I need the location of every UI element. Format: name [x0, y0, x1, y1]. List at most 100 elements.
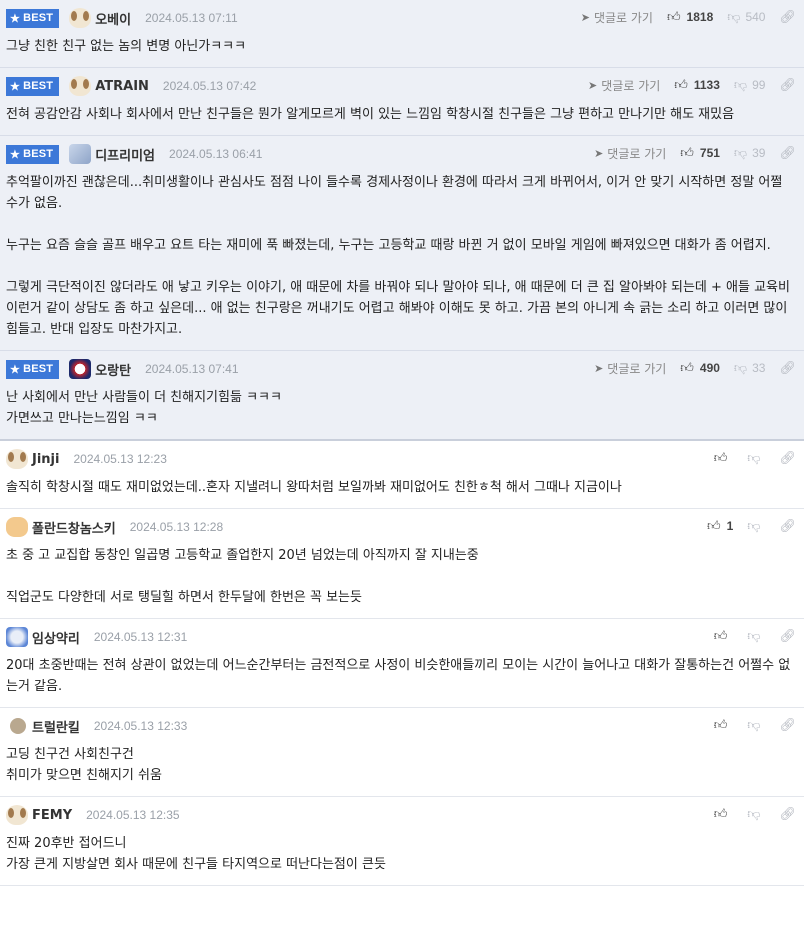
cube-avatar[interactable]: [69, 144, 92, 164]
copy-link-button[interactable]: 🔗︎: [779, 807, 796, 822]
comment-author-info: 폴란드창놈스키 2024.05.13 12:28: [6, 517, 223, 537]
best-label: BEST: [23, 12, 54, 24]
comment-text: 20대 초중반때는 전혀 상관이 없었는데 어느순간부터는 금전적으로 사정이 …: [6, 658, 791, 694]
downvote-button[interactable]: 👎︎ 39: [734, 146, 766, 161]
comment-actions: ➤ 댓글로 가기 👍︎ 751 👎︎ 39 🔗︎: [594, 142, 796, 164]
mask-avatar[interactable]: [69, 359, 92, 379]
copy-link-button[interactable]: 🔗︎: [779, 146, 796, 161]
comment-actions: ➤ 댓글로 가기 👍︎ 490 👎︎ 33 🔗︎: [594, 357, 796, 379]
puppy-avatar[interactable]: [6, 449, 28, 469]
comment-text: 가면쓰고 만나는느낌임 ㅋㅋ: [6, 411, 158, 426]
comment-author-info: ★ BEST ATRAIN 2024.05.13 07:42: [6, 76, 256, 96]
star-icon: ★: [10, 148, 21, 161]
copy-link-button[interactable]: 🔗︎: [779, 718, 796, 733]
best-comment: ★ BEST 디프리미엄 2024.05.13 06:41 ➤ 댓글로 가기 👍︎ 751 👎︎…: [0, 136, 804, 351]
thumbs-up-icon: 👍︎: [680, 145, 694, 161]
paper-plane-icon: ➤: [594, 361, 604, 375]
link-icon: 🔗︎: [779, 806, 796, 822]
go-to-reply-link[interactable]: ➤ 댓글로 가기: [594, 145, 666, 162]
author-nickname[interactable]: 트럴란킬: [32, 717, 80, 736]
upvote-button[interactable]: 👍︎: [714, 718, 734, 733]
upvote-count: 1133: [693, 78, 720, 92]
copy-link-button[interactable]: 🔗︎: [779, 361, 796, 376]
comment-header: 임상약리 2024.05.13 12:31 👍︎ 👎︎ 🔗︎: [0, 619, 804, 653]
author-nickname[interactable]: 임상약리: [32, 628, 80, 647]
link-icon: 🔗︎: [779, 518, 796, 534]
comment-body: 난 사회에서 만난 사람들이 더 친해지기힘듦 ㅋㅋㅋ 가면쓰고 만나는느낌임 ㅋ…: [0, 385, 804, 439]
upvote-button[interactable]: 👍︎: [714, 807, 734, 822]
author-nickname[interactable]: 폴란드창놈스키: [32, 518, 116, 537]
paper-plane-icon: ➤: [588, 78, 598, 92]
paper-plane-icon: ➤: [580, 10, 590, 24]
thumbs-up-icon: 👍︎: [674, 77, 688, 93]
downvote-button[interactable]: 👎︎ 33: [734, 361, 766, 376]
go-to-reply-link[interactable]: ➤ 댓글로 가기: [594, 360, 666, 377]
comment-actions: ➤ 댓글로 가기 👍︎ 1133 👎︎ 99 🔗︎: [588, 74, 796, 96]
author-nickname[interactable]: ATRAIN: [95, 79, 149, 94]
comment-text: 고딩 친구건 사회친구건: [6, 747, 134, 762]
copy-link-button[interactable]: 🔗︎: [779, 451, 796, 466]
fox-avatar[interactable]: [6, 517, 28, 537]
downvote-button[interactable]: 👎︎: [747, 629, 765, 644]
comment-body: 추억팔이까진 괜찮은데...취미생활이나 관심사도 점점 나이 들수록 경제사정…: [0, 170, 804, 350]
comment-date: 2024.05.13 12:35: [86, 808, 180, 822]
blob-avatar[interactable]: [6, 627, 28, 647]
comment-date: 2024.05.13 12:23: [73, 452, 167, 466]
upvote-button[interactable]: 👍︎ 1: [707, 519, 733, 534]
author-nickname[interactable]: 오베이: [95, 9, 131, 28]
copy-link-button[interactable]: 🔗︎: [779, 519, 796, 534]
comment-text: 누구는 요즘 슬슬 골프 배우고 요트 타는 재미에 푹 빠졌는데, 누구는 고…: [6, 238, 771, 253]
downvote-button[interactable]: 👎︎: [747, 807, 765, 822]
upvote-button[interactable]: 👍︎ 1818: [667, 10, 713, 25]
downvote-button[interactable]: 👎︎: [747, 451, 765, 466]
comment-text: 초 중 고 교집합 동창인 일곱명 고등학교 졸업한지 20년 넘었는데 아직까…: [6, 548, 479, 563]
best-comment: ★ BEST ATRAIN 2024.05.13 07:42 ➤ 댓글로 가기 👍︎ 1133…: [0, 68, 804, 136]
link-icon: 🔗︎: [779, 77, 796, 93]
author-nickname[interactable]: Jinji: [32, 452, 59, 467]
upvote-button[interactable]: 👍︎ 751: [680, 146, 720, 161]
copy-link-button[interactable]: 🔗︎: [779, 10, 796, 25]
puppy-avatar[interactable]: [69, 76, 92, 96]
thumbs-down-icon: 👎︎: [747, 806, 761, 822]
comment-actions: 👍︎ 👎︎ 🔗︎: [714, 625, 796, 647]
comment-date: 2024.05.13 07:42: [162, 79, 257, 93]
comment-body: 그냥 친한 친구 없는 놈의 변명 아닌가ㅋㅋㅋ: [0, 34, 804, 67]
comment-date: 2024.05.13 07:41: [145, 362, 239, 376]
puppy-avatar[interactable]: [69, 8, 92, 28]
author-nickname[interactable]: FEMY: [32, 808, 72, 823]
link-icon: 🔗︎: [779, 450, 796, 466]
upvote-button[interactable]: 👍︎ 490: [680, 361, 720, 376]
comment-text: 전혀 공감안감 사회나 회사에서 만난 친구들은 뭔가 알게모르게 벽이 있는 …: [6, 107, 735, 122]
upvote-count: 1: [726, 519, 734, 533]
thumbs-up-icon: 👍︎: [713, 806, 728, 822]
dot-avatar[interactable]: [10, 718, 26, 734]
go-to-reply-link[interactable]: ➤ 댓글로 가기: [581, 9, 653, 26]
downvote-button[interactable]: 👎︎ 540: [727, 10, 765, 25]
upvote-button[interactable]: 👍︎ 1133: [674, 78, 720, 93]
downvote-button[interactable]: 👎︎ 99: [734, 78, 766, 93]
go-to-reply-label: 댓글로 가기: [607, 146, 667, 161]
downvote-count: 33: [752, 361, 766, 375]
downvote-button[interactable]: 👎︎: [747, 519, 765, 534]
upvote-button[interactable]: 👍︎: [714, 451, 734, 466]
comment: FEMY 2024.05.13 12:35 👍︎ 👎︎ 🔗︎ 진짜 20후반 접어드니 가장…: [0, 797, 804, 886]
comment-author-info: 트럴란킬 2024.05.13 12:33: [6, 716, 187, 736]
author-nickname[interactable]: 오랑탄: [95, 360, 131, 379]
comment-actions: 👍︎ 1 👎︎ 🔗︎: [707, 515, 796, 537]
downvote-button[interactable]: 👎︎: [747, 718, 765, 733]
thumbs-up-icon: 👍︎: [680, 360, 694, 376]
comment-body: 솔직히 학창시절 때도 재미없었는데..혼자 지낼려니 왕따처럼 보일까봐 재미…: [0, 475, 804, 508]
comment: 트럴란킬 2024.05.13 12:33 👍︎ 👎︎ 🔗︎ 고딩 친구건 사회친구건 취미…: [0, 708, 804, 797]
comment-header: Jinji 2024.05.13 12:23 👍︎ 👎︎ 🔗︎: [0, 441, 804, 475]
upvote-button[interactable]: 👍︎: [714, 629, 734, 644]
go-to-reply-link[interactable]: ➤ 댓글로 가기: [588, 77, 660, 94]
puppy-avatar[interactable]: [6, 805, 28, 825]
author-nickname[interactable]: 디프리미엄: [95, 145, 155, 164]
best-badge: ★ BEST: [6, 144, 60, 164]
copy-link-button[interactable]: 🔗︎: [779, 78, 796, 93]
thumbs-down-icon: 👎︎: [747, 518, 761, 534]
copy-link-button[interactable]: 🔗︎: [779, 629, 796, 644]
